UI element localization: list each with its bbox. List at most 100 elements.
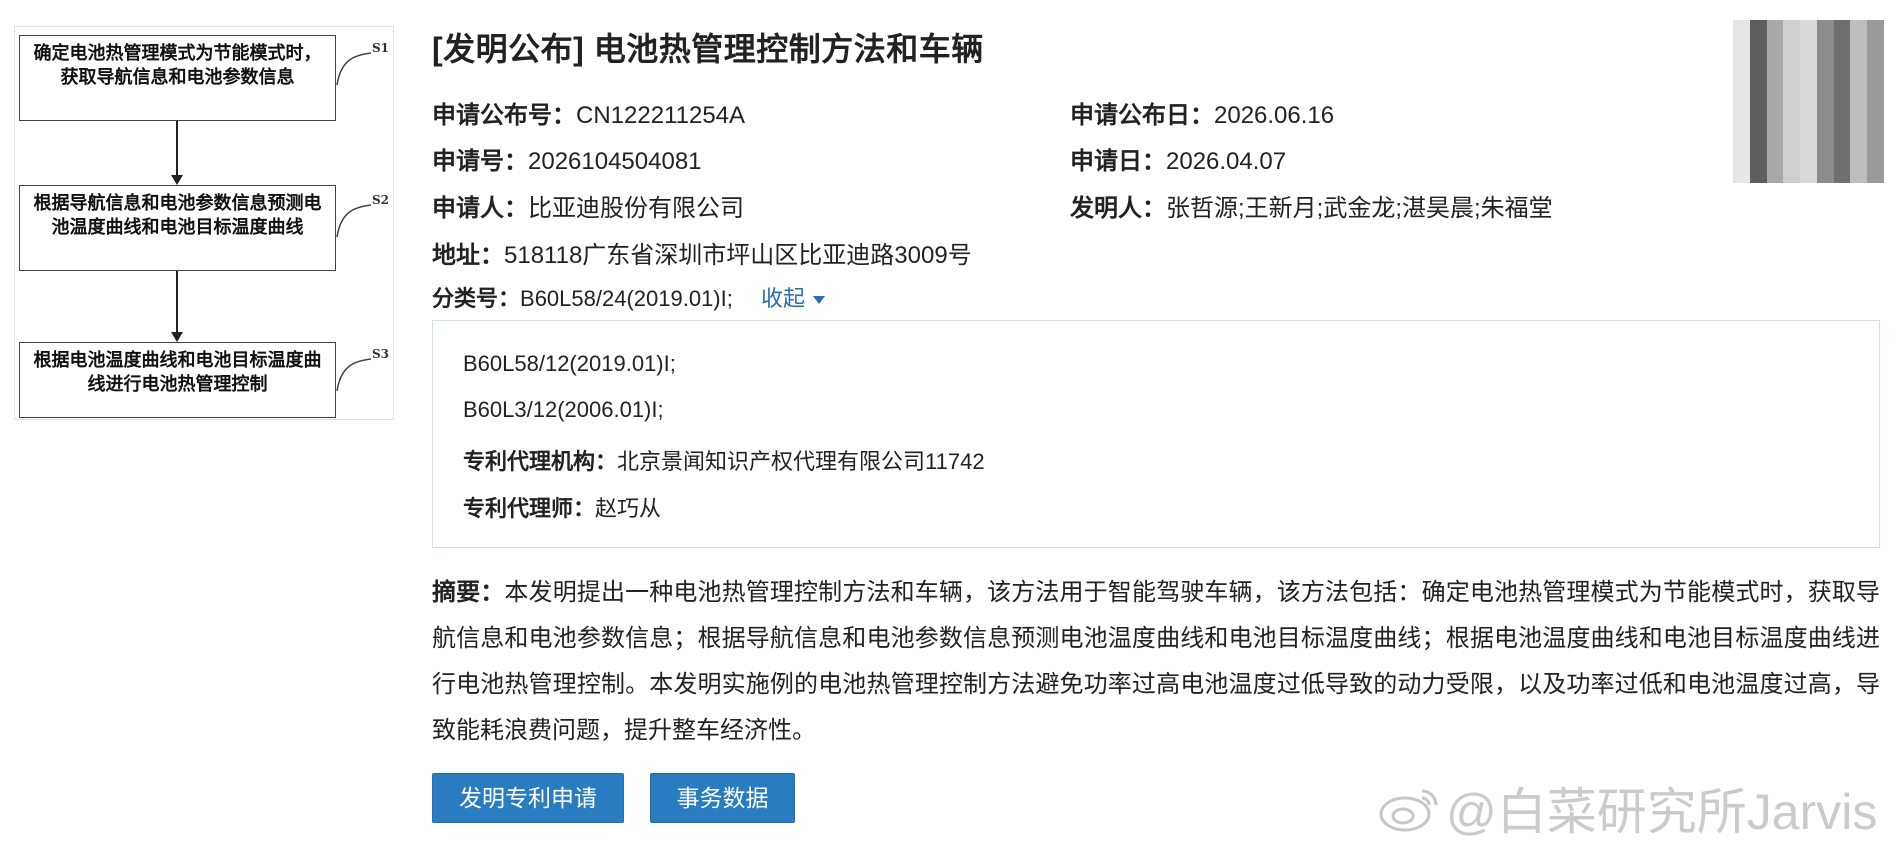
qr-pixel	[1783, 134, 1801, 151]
qr-pixel	[1783, 150, 1801, 167]
qr-pixel	[1733, 166, 1750, 183]
field-agent-value: 赵巧从	[595, 496, 662, 521]
qr-pixel	[1867, 117, 1884, 135]
field-class-no-value: B60L58/24(2019.01)I;	[520, 286, 733, 311]
caret-down-icon	[813, 296, 825, 305]
s2-leader	[336, 204, 372, 238]
field-applicant-value: 比亚迪股份有限公司	[528, 195, 744, 222]
abstract: 摘要：本发明提出一种电池热管理控制方法和车辆，该方法用于智能驾驶车辆，该方法包括…	[432, 570, 1880, 754]
qr-pixel	[1800, 52, 1817, 69]
qr-pixel	[1800, 150, 1817, 167]
flow-label-s2: S2	[371, 193, 389, 207]
qr-pixel	[1733, 68, 1750, 86]
field-inventors-value: 张哲源;王新月;武金龙;湛昊晨;朱福堂	[1166, 195, 1553, 222]
qr-pixel	[1733, 134, 1750, 151]
flow-step-s1: 确定电池热管理模式为节能模式时，获取导航信息和电池参数信息	[19, 35, 336, 121]
field-agency-key: 专利代理机构：	[463, 449, 618, 474]
class-item-2: B60L3/12(2006.01)I;	[463, 397, 664, 422]
qr-pixel	[1850, 52, 1868, 69]
class-detail-panel: B60L58/12(2019.01)I; B60L3/12(2006.01)I;…	[432, 320, 1880, 548]
field-agent: 专利代理师：赵巧从	[463, 491, 661, 523]
qr-pixel	[1749, 150, 1767, 167]
collapse-toggle[interactable]: 收起	[761, 286, 825, 311]
collapse-label: 收起	[760, 286, 805, 311]
field-app-no-key: 申请号：	[432, 148, 528, 175]
field-app-date-key: 申请日：	[1070, 148, 1166, 175]
drawing-thumbnail[interactable]: 确定电池热管理模式为节能模式时，获取导航信息和电池参数信息 根据导航信息和电池参…	[14, 26, 394, 420]
flow-arrow-head-1	[171, 175, 183, 185]
qr-pixel	[1783, 85, 1801, 102]
qr-pixel	[1867, 52, 1884, 69]
field-agency: 专利代理机构：北京景闻知识产权代理有限公司11742	[463, 444, 985, 476]
field-applicant-key: 申请人：	[432, 195, 528, 222]
qr-pixel	[1850, 20, 1868, 37]
field-inventors-key: 发明人：	[1070, 195, 1166, 222]
qr-pixel	[1733, 150, 1750, 167]
qr-pixel	[1816, 166, 1834, 183]
flow-label-s3: S3	[371, 347, 389, 361]
qr-pixel	[1783, 68, 1801, 86]
qr-pixel	[1800, 166, 1817, 183]
qr-pixel	[1833, 150, 1851, 167]
qr-pixel	[1733, 101, 1750, 118]
qr-pixel	[1749, 20, 1767, 37]
qr-pixel	[1850, 36, 1868, 53]
qr-pixel	[1766, 134, 1784, 151]
qr-pixel	[1783, 36, 1801, 53]
qr-pixel	[1850, 134, 1868, 151]
qr-pixel	[1833, 134, 1851, 151]
qr-code-image	[1733, 20, 1884, 183]
flow-step-s3: 根据电池温度曲线和电池目标温度曲线进行电池热管理控制	[19, 342, 336, 418]
qr-pixel	[1833, 36, 1851, 53]
qr-pixel	[1833, 101, 1851, 118]
field-app-no: 申请号：2026104504081	[432, 141, 702, 176]
field-pub-no-value: CN122211254A	[576, 102, 746, 129]
qr-pixel	[1783, 166, 1801, 183]
flow-step-s2: 根据导航信息和电池参数信息预测电池温度曲线和电池目标温度曲线	[19, 185, 336, 271]
qr-pixel	[1766, 52, 1784, 69]
qr-pixel	[1749, 117, 1767, 135]
qr-pixel	[1766, 117, 1784, 135]
field-pub-no-key: 申请公布号：	[432, 102, 576, 129]
qr-pixel	[1749, 166, 1767, 183]
qr-pixel	[1800, 101, 1817, 118]
abstract-key: 摘要：	[432, 579, 505, 606]
qr-pixel	[1833, 52, 1851, 69]
qr-pixel	[1867, 36, 1884, 53]
field-class-no: 分类号：B60L58/24(2019.01)I; 收起	[432, 281, 825, 313]
qr-pixel	[1867, 20, 1884, 37]
field-address-value: 518118广东省深圳市坪山区比亚迪路3009号	[504, 242, 972, 269]
qr-pixel	[1800, 117, 1817, 135]
field-pub-date-value: 2026.06.16	[1214, 102, 1335, 129]
qr-pixel	[1766, 166, 1784, 183]
qr-pixel	[1733, 52, 1750, 69]
qr-pixel	[1816, 68, 1834, 86]
qr-pixel	[1833, 117, 1851, 135]
patent-application-button[interactable]: 发明专利申请	[432, 773, 624, 823]
qr-pixel	[1867, 85, 1884, 102]
qr-pixel	[1766, 20, 1784, 37]
qr-pixel	[1733, 85, 1750, 102]
qr-pixel	[1783, 20, 1801, 37]
qr-pixel	[1816, 150, 1834, 167]
field-applicant: 申请人：比亚迪股份有限公司	[432, 188, 744, 223]
s3-leader	[336, 358, 372, 392]
qr-pixel	[1783, 101, 1801, 118]
qr-pixel	[1766, 150, 1784, 167]
qr-pixel	[1816, 134, 1834, 151]
qr-pixel	[1733, 36, 1750, 53]
qr-pixel	[1766, 101, 1784, 118]
qr-pixel	[1816, 101, 1834, 118]
field-app-no-value: 2026104504081	[528, 148, 702, 175]
field-inventors: 发明人：张哲源;王新月;武金龙;湛昊晨;朱福堂	[1070, 188, 1553, 223]
watermark-text: @白菜研究所Jarvis	[1446, 784, 1878, 840]
field-pub-date: 申请公布日：2026.06.16	[1070, 95, 1334, 130]
watermark: @白菜研究所Jarvis	[1378, 772, 1877, 844]
qr-pixel	[1833, 85, 1851, 102]
affairs-data-button[interactable]: 事务数据	[650, 773, 795, 823]
qr-pixel	[1749, 134, 1767, 151]
flow-arrow-1	[176, 121, 178, 177]
qr-pixel	[1867, 101, 1884, 118]
qr-pixel	[1850, 166, 1868, 183]
qr-pixel	[1833, 68, 1851, 86]
